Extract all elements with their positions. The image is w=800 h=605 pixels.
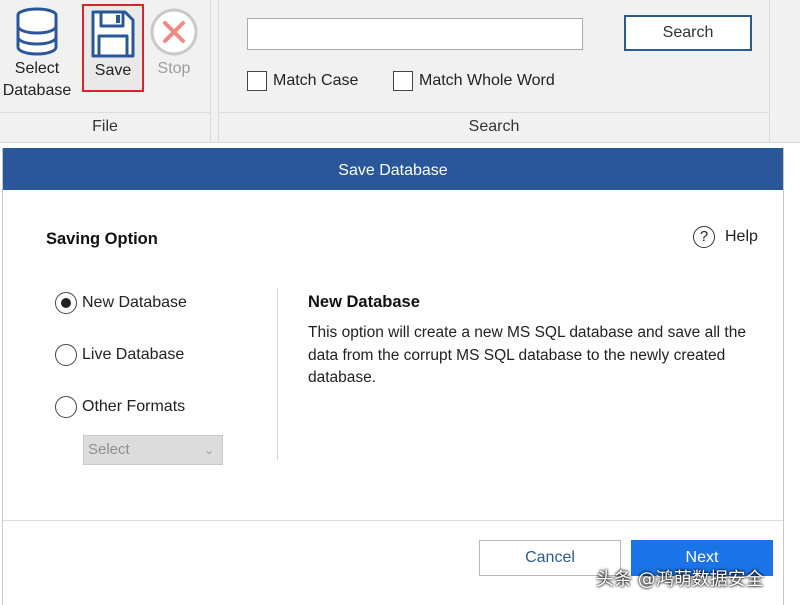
saving-option-title: Saving Option bbox=[46, 230, 158, 248]
match-whole-word-option[interactable]: Match Whole Word bbox=[393, 69, 555, 93]
radio-label-other-formats: Other Formats bbox=[82, 398, 186, 415]
search-button[interactable]: Search bbox=[624, 15, 752, 51]
radio-other-formats[interactable]: Other Formats bbox=[55, 396, 185, 418]
description-title: New Database bbox=[308, 293, 420, 311]
database-icon bbox=[16, 7, 58, 56]
radio-label-new-database: New Database bbox=[82, 294, 187, 311]
save-label: Save bbox=[94, 62, 132, 79]
help-label: Help bbox=[725, 228, 758, 245]
ribbon-toolbar: Select Database Save Stop File Search Ma… bbox=[0, 0, 800, 143]
select-database-button[interactable]: Select Database bbox=[0, 6, 74, 102]
radio-button-live-database[interactable] bbox=[55, 344, 77, 366]
match-case-checkbox[interactable] bbox=[247, 71, 267, 91]
save-database-dialog: Save Database Saving Option ? Help New D… bbox=[2, 148, 784, 605]
stop-x-icon bbox=[150, 8, 198, 56]
match-whole-word-label: Match Whole Word bbox=[419, 72, 555, 89]
match-case-option[interactable]: Match Case bbox=[247, 69, 358, 93]
search-group: Search Match Case Match Whole Word Searc… bbox=[218, 0, 770, 142]
select-database-label-1: Select bbox=[14, 60, 60, 77]
dialog-title: Save Database bbox=[3, 148, 783, 190]
format-select-value: Select bbox=[88, 441, 130, 458]
match-whole-word-checkbox[interactable] bbox=[393, 71, 413, 91]
watermark-text: 头条 @鸿萌数据安全 bbox=[596, 569, 764, 590]
radio-new-database[interactable]: New Database bbox=[55, 292, 187, 314]
stop-label: Stop bbox=[157, 60, 191, 77]
search-input[interactable] bbox=[247, 18, 583, 50]
file-group-caption: File bbox=[0, 112, 210, 141]
radio-live-database[interactable]: Live Database bbox=[55, 344, 184, 366]
save-button[interactable]: Save bbox=[82, 4, 144, 92]
floppy-disk-icon bbox=[91, 10, 135, 58]
select-database-label-2: Database bbox=[2, 82, 72, 99]
stop-button[interactable]: Stop bbox=[146, 6, 202, 80]
description-text: This option will create a new MS SQL dat… bbox=[308, 324, 746, 386]
radio-button-new-database[interactable] bbox=[55, 292, 77, 314]
format-select-dropdown: Select ⌄ bbox=[83, 435, 223, 465]
radio-button-other-formats[interactable] bbox=[55, 396, 77, 418]
search-group-caption: Search bbox=[219, 112, 769, 141]
match-case-label: Match Case bbox=[273, 72, 359, 89]
radio-label-live-database: Live Database bbox=[82, 346, 185, 363]
file-group: Select Database Save Stop File bbox=[0, 0, 211, 142]
footer-divider bbox=[3, 520, 783, 521]
help-link[interactable]: ? Help bbox=[693, 226, 758, 248]
help-question-icon: ? bbox=[693, 226, 715, 248]
vertical-divider bbox=[277, 288, 278, 460]
chevron-down-icon: ⌄ bbox=[203, 443, 214, 457]
